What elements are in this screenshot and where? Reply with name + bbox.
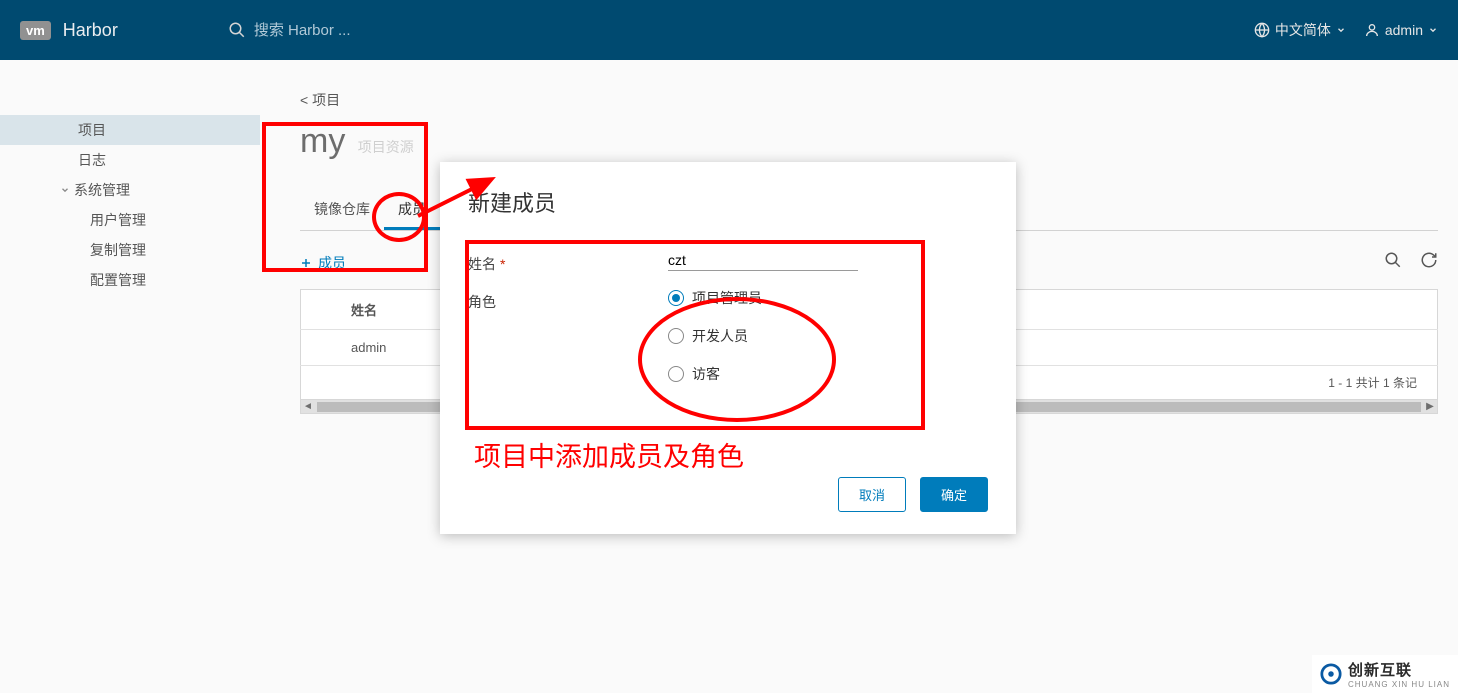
radio-icon	[668, 366, 684, 382]
modal-title: 新建成员	[468, 186, 988, 218]
watermark: 创新互联 CHUANG XIN HU LIAN	[1312, 655, 1458, 693]
form-row-role: 角色 项目管理员 开发人员 访客	[468, 288, 988, 384]
new-member-modal: 新建成员 姓名* 角色 项目管理员 开发人员 访客	[440, 162, 1016, 534]
role-guest[interactable]: 访客	[668, 364, 762, 384]
modal-overlay: 新建成员 姓名* 角色 项目管理员 开发人员 访客	[0, 0, 1458, 693]
watermark-logo-icon	[1320, 663, 1342, 685]
name-label: 姓名*	[468, 250, 668, 274]
modal-actions: 取消 确定	[838, 477, 988, 512]
radio-icon	[668, 290, 684, 306]
role-radio-group: 项目管理员 开发人员 访客	[668, 288, 762, 384]
watermark-sub: CHUANG XIN HU LIAN	[1348, 680, 1450, 689]
role-admin-label: 项目管理员	[692, 288, 762, 308]
role-guest-label: 访客	[692, 364, 720, 384]
role-admin[interactable]: 项目管理员	[668, 288, 762, 308]
watermark-main: 创新互联	[1348, 659, 1450, 680]
name-label-text: 姓名	[468, 256, 496, 272]
name-input[interactable]	[668, 250, 858, 271]
form-row-name: 姓名*	[468, 250, 988, 274]
role-label: 角色	[468, 288, 668, 312]
radio-icon	[668, 328, 684, 344]
role-developer[interactable]: 开发人员	[668, 326, 762, 346]
role-developer-label: 开发人员	[692, 326, 748, 346]
ok-button[interactable]: 确定	[920, 477, 988, 512]
cancel-button[interactable]: 取消	[838, 477, 906, 512]
required-mark: *	[500, 256, 505, 272]
